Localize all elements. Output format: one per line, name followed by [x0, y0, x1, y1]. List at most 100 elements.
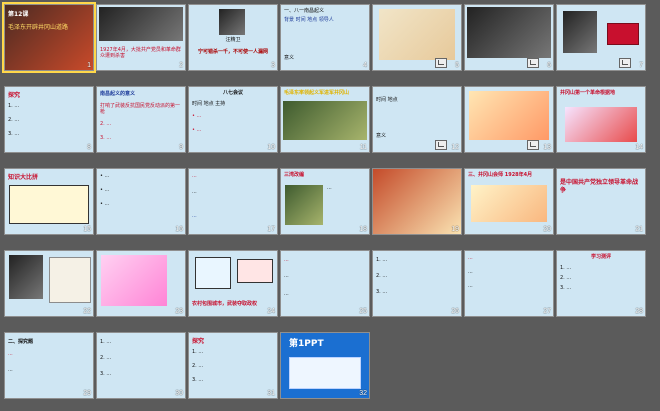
slide-heading: 二、探究题	[8, 339, 34, 345]
slide-title: 第12课	[8, 11, 29, 18]
slide-thumbnail-10[interactable]: 八七会议 时间 地点 主持 • ... • ... 10	[188, 86, 278, 153]
map-image	[101, 255, 167, 306]
slide-number: 29	[83, 390, 91, 397]
slide-title: 探究	[192, 338, 205, 345]
slide-thumbnail-4[interactable]: 一、八一南昌起义 背景 时间 地点 领导人 意义 4	[280, 4, 370, 71]
slide-number: 4	[363, 62, 367, 69]
slide-number: 17	[267, 226, 275, 233]
slide-number: 3	[271, 62, 275, 69]
brand-logo-text: 第1PPT	[289, 339, 324, 349]
slide-text: 1927年4月，大批共产党员和革命群众遭到杀害	[100, 47, 181, 59]
slide-thumbnail-5[interactable]: 5	[372, 4, 462, 71]
slide-thumbnail-7[interactable]: 7	[556, 4, 646, 71]
slide-number: 10	[267, 144, 275, 151]
slide-number: 2	[179, 62, 183, 69]
slide-thumbnail-20[interactable]: 三、井冈山会师 1928年4月 20	[464, 168, 554, 235]
slide-number: 24	[267, 308, 275, 315]
transition-icon	[619, 58, 631, 68]
slide-thumbnail-8[interactable]: 探究 1. ... 2. ... 3. ... 8	[4, 86, 94, 153]
slide-number: 14	[635, 144, 643, 151]
slide-number: 32	[359, 390, 367, 397]
slide-photo	[373, 169, 461, 234]
slide-text: 是中国共产党独立领导革命战争	[560, 179, 639, 194]
slide-thumbnail-13[interactable]: 13	[464, 86, 554, 153]
slide-quote: 宁可错杀一千，不可使一人漏网	[197, 49, 268, 55]
slide-thumbnail-25[interactable]: ... ... ... 25	[280, 250, 370, 317]
slide-heading: 毛泽东率领起义军进军井冈山	[284, 90, 350, 96]
slide-heading: 学习测评	[590, 254, 611, 260]
slide-text: 意义	[284, 55, 295, 61]
slide-number: 31	[267, 390, 275, 397]
diagram-box	[237, 259, 273, 283]
slide-heading: 南昌起义的意义	[100, 91, 136, 97]
slide-thumbnail-23[interactable]: 23	[96, 250, 186, 317]
slide-text: 时间 地点 主持	[192, 101, 226, 107]
transition-icon	[527, 58, 539, 68]
flag-image	[607, 23, 639, 45]
portrait-image	[9, 255, 43, 299]
info-card	[289, 357, 361, 389]
slide-number: 6	[547, 62, 551, 69]
slide-number: 20	[543, 226, 551, 233]
slide-photo	[285, 185, 323, 225]
slide-thumbnail-27[interactable]: ... ... ... 27	[464, 250, 554, 317]
slide-thumbnail-3[interactable]: 汪精卫 宁可错杀一千，不可使一人漏网 3	[188, 4, 278, 71]
slide-photo	[563, 11, 597, 53]
slide-number: 30	[175, 390, 183, 397]
slide-number: 1	[87, 62, 91, 69]
map-image	[379, 9, 455, 60]
slide-number: 22	[83, 308, 91, 315]
slide-number: 5	[455, 62, 459, 69]
slide-thumbnail-18[interactable]: 三湾改编 ... 18	[280, 168, 370, 235]
slide-thumbnail-17[interactable]: ... ... ... 17	[188, 168, 278, 235]
slide-number: 11	[359, 144, 367, 151]
slide-thumbnail-1[interactable]: 第12课 毛泽东开辟井冈山道路 1	[2, 2, 96, 73]
slide-thumbnail-12[interactable]: 时间 地点 意义 12	[372, 86, 462, 153]
slide-number: 13	[543, 144, 551, 151]
slide-thumbnail-32[interactable]: 第1PPT 32	[280, 332, 370, 399]
slide-thumbnail-24[interactable]: 农村包围城市，武装夺取政权 24	[188, 250, 278, 317]
slide-thumbnail-9[interactable]: 南昌起义的意义 打响了武装反抗国民党反动派的第一枪 2. ... 3. ... …	[96, 86, 186, 153]
slide-thumbnail-22[interactable]: 22	[4, 250, 94, 317]
slide-thumbnail-31[interactable]: 探究 1. ... 2. ... 3. ... 31	[188, 332, 278, 399]
slide-number: 28	[635, 308, 643, 315]
slide-thumbnail-6[interactable]: 6	[464, 4, 554, 71]
slide-number: 26	[451, 308, 459, 315]
slide-thumbnail-26[interactable]: 1. ... 2. ... 3. ... 26	[372, 250, 462, 317]
calligraphy-image	[49, 257, 91, 303]
slide-subtitle: 毛泽东开辟井冈山道路	[8, 24, 69, 31]
slide-caption: 汪精卫	[225, 37, 241, 43]
slide-text: 背景 时间 地点 领导人	[284, 17, 334, 23]
slide-thumbnail-19[interactable]: 19	[372, 168, 462, 235]
slide-thumbnail-29[interactable]: 二、探究题 ... ... 29	[4, 332, 94, 399]
slide-number: 23	[175, 308, 183, 315]
slide-number: 18	[359, 226, 367, 233]
slide-text: 意义	[376, 133, 387, 139]
slide-number: 9	[179, 144, 183, 151]
slide-heading: 井冈山第一个革命根据地	[560, 90, 616, 96]
slide-text: 打响了武装反抗国民党反动派的第一枪	[100, 103, 181, 115]
slide-thumbnail-21[interactable]: 是中国共产党独立领导革命战争 21	[556, 168, 646, 235]
slide-thumbnail-30[interactable]: 1. ... 2. ... 3. ... 30	[96, 332, 186, 399]
slide-heading: 三湾改编	[284, 172, 305, 178]
map-image	[471, 185, 547, 222]
portrait-image	[219, 9, 245, 35]
slide-number: 7	[639, 62, 643, 69]
slide-number: 25	[359, 308, 367, 315]
slide-thumbnail-16[interactable]: • ... • ... • ... 16	[96, 168, 186, 235]
slide-heading: 八七会议	[222, 90, 243, 96]
slide-thumbnail-28[interactable]: 学习测评 1. ... 2. ... 3. ... 28	[556, 250, 646, 317]
slide-number: 12	[451, 144, 459, 151]
slide-thumbnail-15[interactable]: 知识大比拼 15	[4, 168, 94, 235]
slide-thumbnail-14[interactable]: 井冈山第一个革命根据地 14	[556, 86, 646, 153]
slide-title: 探究	[8, 92, 21, 99]
slide-number: 27	[543, 308, 551, 315]
transition-icon	[435, 140, 447, 150]
transition-icon	[435, 58, 447, 68]
slide-heading: 一、八一南昌起义	[284, 8, 325, 14]
slide-thumbnail-11[interactable]: 毛泽东率领起义军进军井冈山 11	[280, 86, 370, 153]
slide-heading: 三、井冈山会师 1928年4月	[468, 172, 533, 178]
slide-photo	[467, 7, 551, 58]
slide-thumbnail-2[interactable]: 1927年4月，大批共产党员和革命群众遭到杀害 2	[96, 4, 186, 71]
slide-number: 19	[451, 226, 459, 233]
